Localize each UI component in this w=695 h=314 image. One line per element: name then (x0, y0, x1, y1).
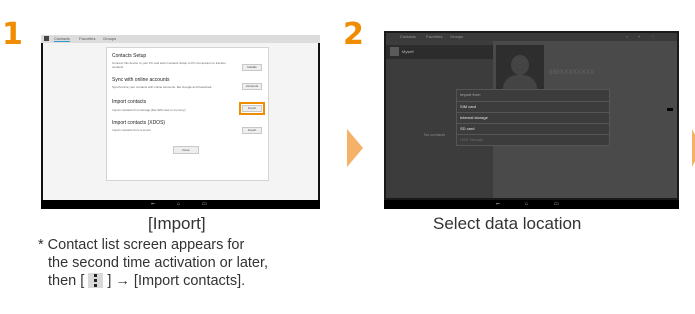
add-contact-icon[interactable]: + (638, 35, 640, 39)
note-line-2: the second time activation or later, (48, 255, 269, 271)
tablet-screenshot-step2: Contacts Favorites Groups ○ + ⋮ Myself N… (384, 31, 679, 209)
import-xdos-description: Import contacts from a server (112, 128, 152, 132)
contact-list-item-myself[interactable]: Myself (386, 45, 493, 59)
import-xdos-title: Import contacts (XDOS) (112, 120, 166, 126)
avatar (390, 47, 399, 56)
step1-note: * Contact list screen appears for the se… (38, 236, 338, 290)
android-navigation-bar: ⭠ ⌂ ▭ (41, 200, 320, 209)
setup-description: Connect this device to your PC and start… (112, 61, 226, 65)
step-number-2: 2 (343, 17, 364, 52)
option-sd-card[interactable]: SD card (460, 127, 474, 131)
step-number-1: 1 (2, 17, 23, 52)
edit-handle[interactable] (667, 108, 673, 111)
note-line-1: * Contact list screen appears for (38, 237, 245, 253)
note-line-3: then [ ] → [Import contacts]. (48, 273, 246, 289)
next-arrow-icon (347, 129, 363, 167)
person-silhouette-icon (511, 55, 529, 75)
contacts-tab-bar: Contacts Favorites Groups (41, 35, 320, 43)
import-contacts-title: Import contacts (112, 99, 147, 105)
contact-name: Myself (402, 49, 414, 54)
home-icon[interactable]: ⌂ (177, 201, 180, 208)
option-internal-storage[interactable]: Internal storage (460, 116, 488, 120)
phone-number: 080XXXXXXXX (549, 70, 595, 76)
details-button[interactable]: Details (242, 64, 262, 71)
overflow-menu-icon (88, 273, 104, 288)
contacts-app-icon (44, 36, 49, 41)
import-button[interactable]: Import (239, 102, 265, 115)
import-contacts-description: Import contacts from storage (like SIM c… (112, 108, 186, 112)
step1-caption: [Import] (148, 214, 206, 233)
tab-contacts[interactable]: Contacts (54, 37, 70, 42)
contacts-setup-panel: Contacts Setup Connect this device to yo… (106, 47, 269, 181)
tab-contacts[interactable]: Contacts (400, 35, 416, 39)
no-contacts-label: No contacts (424, 132, 446, 137)
tablet-screenshot-step1: Contacts Favorites Groups Contacts Setup… (41, 35, 320, 209)
step2-caption: Select data location (433, 214, 582, 233)
home-icon[interactable]: ⌂ (525, 201, 528, 208)
tab-groups[interactable]: Groups (103, 37, 116, 41)
back-icon[interactable]: ⭠ (151, 201, 155, 208)
search-icon[interactable]: ○ (626, 35, 628, 39)
accounts-button[interactable]: Accounts (242, 83, 262, 90)
recent-apps-icon[interactable]: ▭ (554, 201, 559, 208)
contacts-tab-bar: Contacts Favorites Groups ○ + ⋮ (386, 33, 677, 41)
contacts-screen-dimmed: Contacts Favorites Groups ○ + ⋮ Myself N… (386, 33, 677, 198)
sync-description: Synchronize your contacts with online ac… (112, 85, 212, 89)
setup-title: Contacts Setup (112, 53, 147, 59)
done-button[interactable]: Done (173, 146, 199, 154)
import-from-dialog: Import from SIM card Internal storage SD… (456, 89, 610, 146)
back-icon[interactable]: ⭠ (496, 201, 500, 208)
contacts-screen: Contacts Setup Connect this device to yo… (43, 43, 318, 200)
import-from-title: Import from (460, 92, 481, 97)
tab-groups[interactable]: Groups (450, 35, 463, 39)
tab-favorites[interactable]: Favorites (426, 35, 442, 39)
sync-title: Sync with online accounts (112, 77, 170, 83)
tab-favorites[interactable]: Favorites (79, 37, 95, 41)
import-xdos-button[interactable]: Import (242, 127, 262, 134)
option-sim-card[interactable]: SIM card (460, 105, 476, 109)
android-navigation-bar: ⭠ ⌂ ▭ (384, 200, 679, 209)
option-usb-storage: USB Storage (460, 137, 484, 142)
menu-icon[interactable]: ⋮ (651, 35, 655, 39)
recent-apps-icon[interactable]: ▭ (202, 201, 207, 208)
setup-description-line2: contacts. (112, 65, 125, 69)
